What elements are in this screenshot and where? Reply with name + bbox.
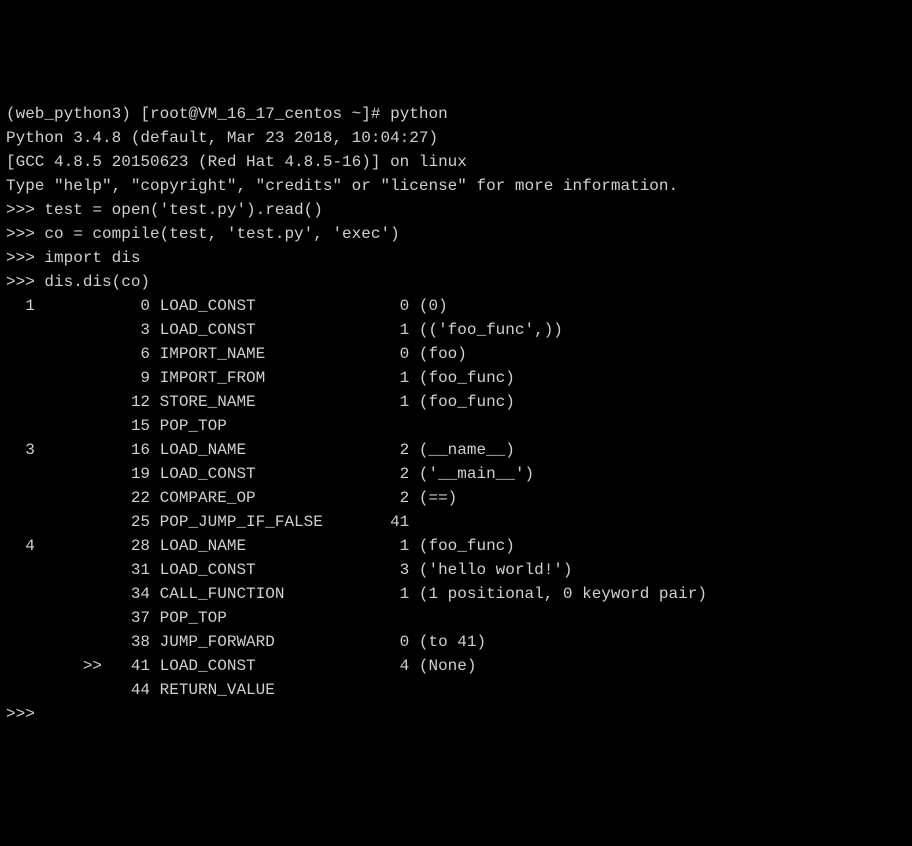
repl-line: >>> co = compile(test, 'test.py', 'exec'… xyxy=(6,222,906,246)
dis-output-line: 9 IMPORT_FROM 1 (foo_func) xyxy=(6,366,906,390)
command-text: python xyxy=(390,105,448,123)
repl-prompt[interactable]: >>> xyxy=(6,702,906,726)
dis-output-line: 12 STORE_NAME 1 (foo_func) xyxy=(6,390,906,414)
dis-output-line: 22 COMPARE_OP 2 (==) xyxy=(6,486,906,510)
repl-line: >>> test = open('test.py').read() xyxy=(6,198,906,222)
shell-prompt-line: (web_python3) [root@VM_16_17_centos ~]# … xyxy=(6,102,906,126)
repl-line: >>> import dis xyxy=(6,246,906,270)
python-banner-help: Type "help", "copyright", "credits" or "… xyxy=(6,174,906,198)
dis-output-line: 37 POP_TOP xyxy=(6,606,906,630)
python-banner-compiler: [GCC 4.8.5 20150623 (Red Hat 4.8.5-16)] … xyxy=(6,150,906,174)
dis-output-line: >> 41 LOAD_CONST 4 (None) xyxy=(6,654,906,678)
python-banner-version: Python 3.4.8 (default, Mar 23 2018, 10:0… xyxy=(6,126,906,150)
dis-output-line: 1 0 LOAD_CONST 0 (0) xyxy=(6,294,906,318)
repl-line: >>> dis.dis(co) xyxy=(6,270,906,294)
dis-output-line: 25 POP_JUMP_IF_FALSE 41 xyxy=(6,510,906,534)
dis-output-line: 4 28 LOAD_NAME 1 (foo_func) xyxy=(6,534,906,558)
dis-output-line: 38 JUMP_FORWARD 0 (to 41) xyxy=(6,630,906,654)
dis-output-line: 34 CALL_FUNCTION 1 (1 positional, 0 keyw… xyxy=(6,582,906,606)
dis-output-line: 15 POP_TOP xyxy=(6,414,906,438)
dis-output-line: 31 LOAD_CONST 3 ('hello world!') xyxy=(6,558,906,582)
virtualenv-name: (web_python3) xyxy=(6,105,131,123)
terminal-window[interactable]: (web_python3) [root@VM_16_17_centos ~]# … xyxy=(6,102,906,726)
user-host-path: [root@VM_16_17_centos ~]# xyxy=(140,105,380,123)
dis-output-line: 44 RETURN_VALUE xyxy=(6,678,906,702)
dis-output-line: 3 16 LOAD_NAME 2 (__name__) xyxy=(6,438,906,462)
dis-output-line: 6 IMPORT_NAME 0 (foo) xyxy=(6,342,906,366)
dis-output-line: 3 LOAD_CONST 1 (('foo_func',)) xyxy=(6,318,906,342)
dis-output-line: 19 LOAD_CONST 2 ('__main__') xyxy=(6,462,906,486)
